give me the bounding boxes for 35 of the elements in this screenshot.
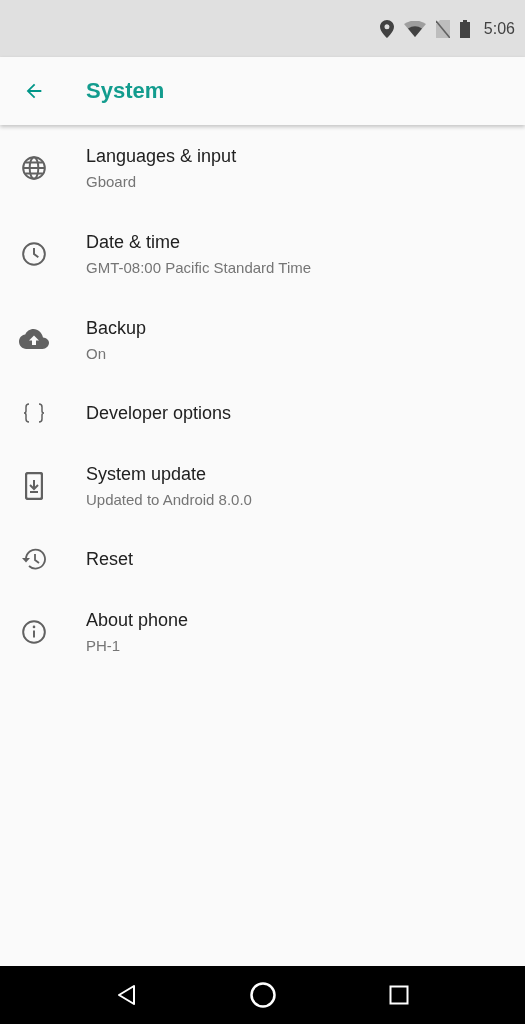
item-summary: Gboard	[86, 173, 138, 190]
settings-item[interactable]: System update Updated to Android 8.0.0	[0, 443, 525, 529]
item-title: Date & time	[86, 232, 182, 253]
cloud-upload-icon	[19, 329, 49, 351]
item-summary: PH-1	[86, 637, 122, 654]
overview-icon[interactable]	[389, 985, 410, 1005]
braces-icon	[23, 402, 45, 424]
back-icon[interactable]	[115, 984, 138, 1006]
item-title: Backup	[86, 318, 147, 339]
page-title: System	[86, 78, 165, 104]
location-icon	[379, 19, 394, 38]
phone-download-icon	[25, 472, 43, 500]
clock-icon	[21, 241, 47, 267]
item-title: Languages & input	[86, 146, 237, 167]
settings-item[interactable]: Backup On	[0, 297, 525, 383]
item-summary: GMT-08:00 Pacific Standard Time	[86, 259, 312, 276]
no-sim-icon	[435, 19, 450, 38]
item-title: Developer options	[86, 402, 232, 424]
history-icon	[21, 547, 47, 571]
settings-item[interactable]: Developer options	[0, 383, 525, 443]
item-title: About phone	[86, 610, 189, 631]
settings-item[interactable]: Languages & input Gboard	[0, 125, 525, 211]
settings-item[interactable]: Date & time GMT-08:00 Pacific Standard Time	[0, 211, 525, 297]
wifi-icon	[403, 20, 426, 37]
battery-icon	[459, 19, 470, 38]
globe-icon	[21, 155, 47, 181]
status-time: 5:06	[483, 19, 515, 38]
item-title: System update	[86, 464, 208, 485]
settings-item[interactable]: About phone PH-1	[0, 589, 525, 675]
settings-item[interactable]: Reset	[0, 529, 525, 589]
item-summary: On	[86, 345, 107, 362]
item-title: Reset	[86, 548, 134, 570]
home-icon[interactable]	[249, 981, 278, 1009]
info-icon	[21, 619, 47, 645]
item-summary: Updated to Android 8.0.0	[86, 491, 252, 508]
